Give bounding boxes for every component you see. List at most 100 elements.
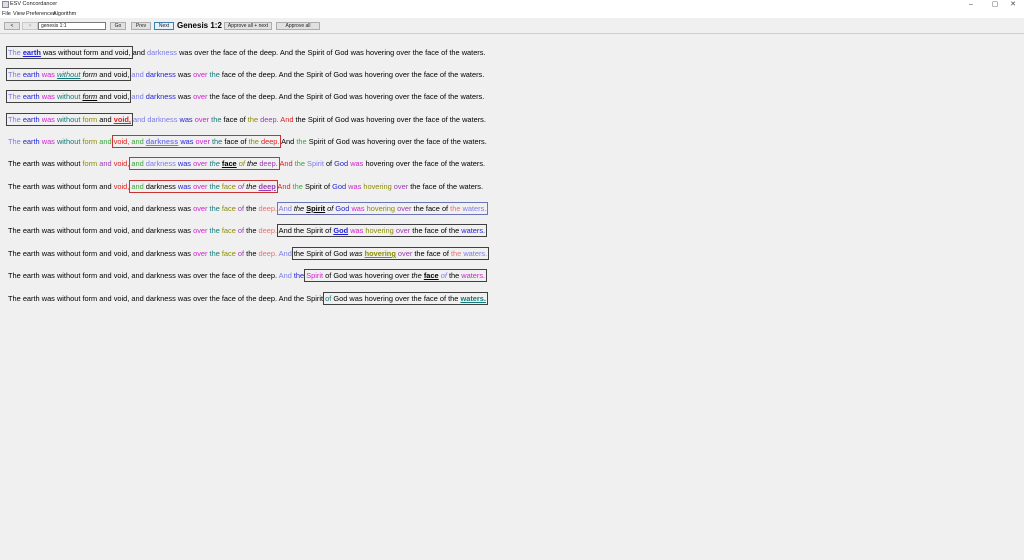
verse-row[interactable]: The earth was without form and void, and… xyxy=(6,113,486,126)
word-token[interactable]: the xyxy=(210,204,220,213)
word-token[interactable]: face xyxy=(222,182,236,191)
word-token[interactable]: over xyxy=(193,182,207,191)
word-token[interactable]: and xyxy=(99,159,111,168)
word-token[interactable]: of xyxy=(440,92,446,101)
word-token[interactable]: And xyxy=(279,204,292,213)
word-token[interactable]: was xyxy=(42,226,55,235)
word-token[interactable]: the xyxy=(210,159,220,168)
word-token[interactable]: and xyxy=(99,249,111,258)
word-token[interactable]: of xyxy=(325,70,331,79)
word-token[interactable]: earth xyxy=(23,182,40,191)
word-token[interactable]: the xyxy=(296,115,306,124)
word-token[interactable]: waters. xyxy=(460,70,484,79)
word-token[interactable]: of xyxy=(238,271,244,280)
word-token[interactable]: of xyxy=(238,92,244,101)
word-token[interactable]: was xyxy=(42,294,55,303)
word-token[interactable]: the xyxy=(211,115,221,124)
word-token[interactable]: deep. xyxy=(259,70,278,79)
word-token[interactable]: of xyxy=(238,226,244,235)
word-token[interactable]: face xyxy=(222,204,236,213)
word-token[interactable]: the xyxy=(448,70,458,79)
word-token[interactable]: without xyxy=(57,204,80,213)
word-token[interactable]: waters. xyxy=(463,137,487,146)
word-token[interactable]: earth xyxy=(23,115,40,124)
word-token[interactable]: hovering xyxy=(365,249,396,258)
word-token[interactable]: hovering xyxy=(363,182,391,191)
word-token[interactable]: and xyxy=(101,48,113,57)
word-token[interactable]: the xyxy=(412,226,422,235)
alignment-box[interactable]: void, and darkness was over the face of … xyxy=(111,135,282,148)
word-token[interactable]: was xyxy=(42,271,55,280)
word-token[interactable]: over xyxy=(193,249,207,258)
word-token[interactable]: The xyxy=(8,48,21,57)
word-token[interactable]: The xyxy=(8,271,21,280)
word-token[interactable]: face xyxy=(425,159,439,168)
word-token[interactable]: face xyxy=(222,271,236,280)
word-token[interactable]: darkness xyxy=(146,249,176,258)
word-token[interactable]: face xyxy=(426,204,440,213)
word-token[interactable]: was xyxy=(178,159,191,168)
word-token[interactable]: was xyxy=(43,48,56,57)
word-token[interactable]: The xyxy=(8,159,21,168)
word-token[interactable]: was xyxy=(178,92,191,101)
word-token[interactable]: earth xyxy=(23,92,40,101)
word-token[interactable]: over xyxy=(397,115,411,124)
word-token[interactable]: the xyxy=(450,115,460,124)
word-token[interactable]: of xyxy=(440,294,446,303)
word-token[interactable]: earth xyxy=(23,294,40,303)
word-token[interactable]: deep. xyxy=(259,159,278,168)
word-token[interactable]: without xyxy=(57,294,80,303)
verse-row[interactable]: The earth was without form and void, and… xyxy=(8,292,488,305)
word-token[interactable]: the xyxy=(210,226,220,235)
word-token[interactable]: the xyxy=(249,137,259,146)
word-token[interactable]: hovering xyxy=(366,48,394,57)
word-token[interactable]: And xyxy=(277,182,290,191)
menu-preferences[interactable]: Preferences xyxy=(26,10,56,18)
word-token[interactable]: of xyxy=(328,137,334,146)
word-token[interactable]: The xyxy=(8,115,21,124)
word-token[interactable]: over xyxy=(193,204,207,213)
word-token[interactable]: the xyxy=(294,249,304,258)
word-token[interactable]: and xyxy=(99,115,111,124)
word-token[interactable]: over xyxy=(193,294,207,303)
word-token[interactable]: the xyxy=(448,92,458,101)
alignment-box[interactable]: and darkness was over the face of the de… xyxy=(129,157,280,170)
word-token[interactable]: of xyxy=(240,115,246,124)
word-token[interactable]: waters. xyxy=(463,249,487,258)
word-token[interactable]: face xyxy=(425,115,439,124)
word-token[interactable]: hovering xyxy=(365,294,393,303)
word-token[interactable]: was xyxy=(180,137,193,146)
word-token[interactable]: God xyxy=(335,204,349,213)
word-token[interactable]: was xyxy=(352,137,365,146)
word-token[interactable]: over xyxy=(193,92,207,101)
word-token[interactable]: form xyxy=(82,92,97,101)
word-token[interactable]: hovering xyxy=(366,115,394,124)
word-token[interactable]: earth xyxy=(23,70,40,79)
next-button[interactable]: Next xyxy=(154,22,174,30)
word-token[interactable]: of xyxy=(325,249,331,258)
word-token[interactable]: Spirit xyxy=(306,70,323,79)
word-token[interactable]: over xyxy=(195,115,209,124)
close-button[interactable]: ✕ xyxy=(1002,0,1024,10)
word-token[interactable]: and xyxy=(131,92,143,101)
word-token[interactable]: earth xyxy=(23,48,41,57)
word-token[interactable]: and xyxy=(131,137,143,146)
alignment-box[interactable]: The earth was without form and void, xyxy=(6,46,133,59)
forward-button[interactable]: > xyxy=(22,22,38,30)
word-token[interactable]: and xyxy=(131,249,143,258)
word-token[interactable]: The xyxy=(8,182,21,191)
word-token[interactable]: the xyxy=(247,159,257,168)
alignment-box[interactable]: of God was hovering over the face of the… xyxy=(323,292,488,305)
alignment-box[interactable]: and darkness was over the face of the de… xyxy=(129,180,278,193)
word-token[interactable]: And xyxy=(279,294,292,303)
word-token[interactable]: Spirit xyxy=(306,92,323,101)
word-token[interactable]: Spirit xyxy=(306,226,323,235)
word-token[interactable]: and xyxy=(133,48,145,57)
word-token[interactable]: face xyxy=(222,226,236,235)
word-token[interactable]: of xyxy=(325,226,331,235)
word-token[interactable]: darkness xyxy=(146,159,176,168)
word-token[interactable]: and xyxy=(99,182,111,191)
word-token[interactable]: earth xyxy=(23,271,40,280)
verse-row[interactable]: The earth was without form and void, and… xyxy=(8,247,490,260)
word-token[interactable]: over xyxy=(396,48,410,57)
